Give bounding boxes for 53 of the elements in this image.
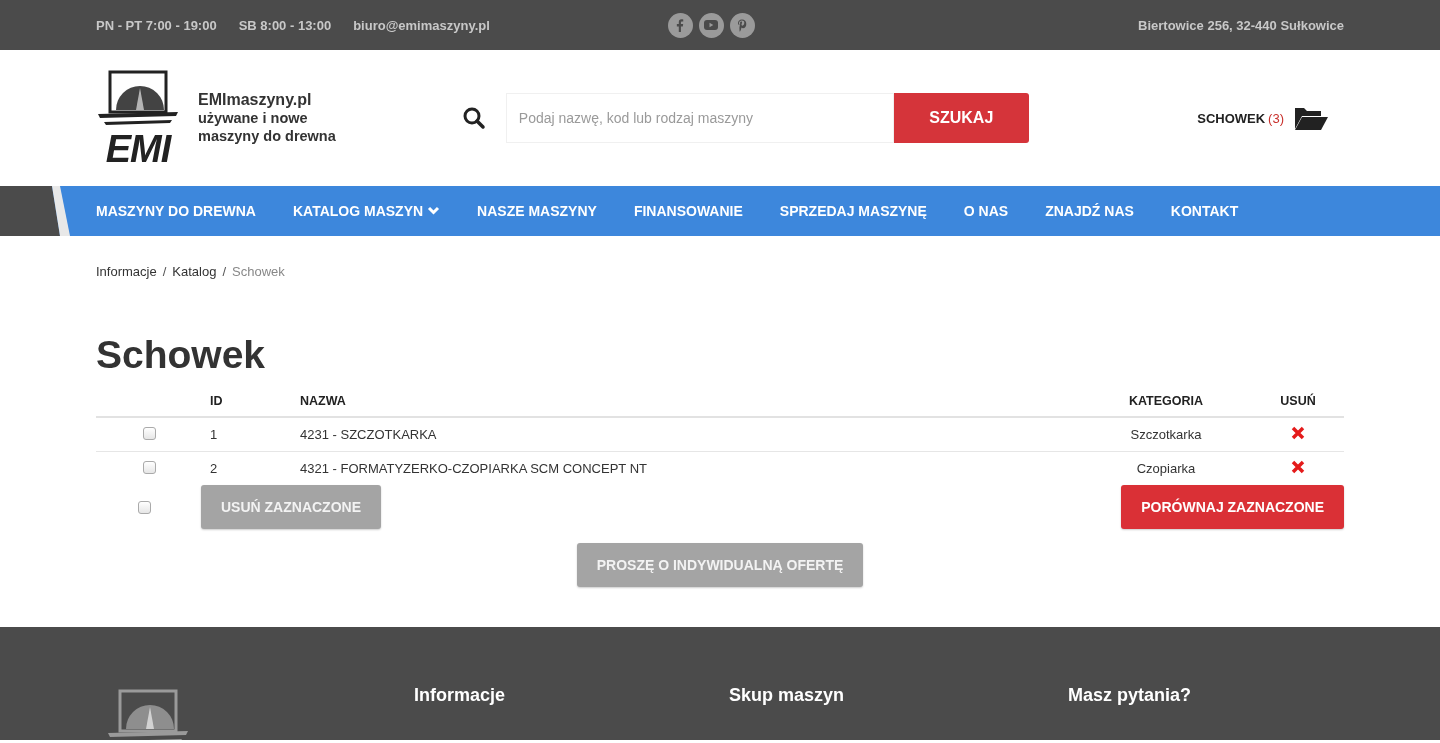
tagline-text: maszyny do drewna xyxy=(198,127,336,145)
table-cell: 4231 - SZCZOTKARKA xyxy=(299,417,1080,452)
footer-heading: Informacje xyxy=(414,685,506,707)
row-checkbox[interactable] xyxy=(142,460,156,474)
nav-corner-stripe-drawing xyxy=(0,186,72,236)
column-header: NAZWA xyxy=(299,386,1080,417)
saw-blade-logo-icon xyxy=(106,689,190,740)
logo-text[interactable]: EMI xyxy=(105,132,171,166)
opening-hours: SB 8:00 - 13:00 xyxy=(238,17,332,33)
row-checkbox[interactable] xyxy=(142,426,156,440)
table-cell: 1 xyxy=(209,417,299,452)
table-cell: 4321 - FORMATYZERKO-CZOPIARKA SCM CONCEPT NT xyxy=(299,451,1080,485)
nav-link[interactable]: MASZYNY DO DREWNA xyxy=(96,203,256,219)
address-text: Biertowice 256, 32-440 Sułkowice xyxy=(1138,17,1344,33)
nav-link[interactable]: KATALOG MASZYN xyxy=(292,203,441,219)
column-header: KATEGORIA xyxy=(1080,386,1252,417)
tagline-text: używane i nowe xyxy=(198,109,309,127)
search-icon[interactable] xyxy=(461,106,486,130)
email-link[interactable]: biuro@emimaszyny.pl xyxy=(353,17,490,33)
search-field[interactable]: Podaj nazwę, kod lub rodzaj maszyny xyxy=(505,93,894,143)
nav-link[interactable]: NASZE MASZYNY xyxy=(477,203,597,219)
delete-icon[interactable] xyxy=(1291,460,1305,474)
breadcrumb-separator: / xyxy=(162,264,167,280)
tagline-text: EMImaszyny.pl xyxy=(198,91,313,109)
footer-heading: Masz pytania? xyxy=(1068,685,1192,707)
table-cell: Czopiarka xyxy=(1080,451,1252,485)
table-cell: Szczotkarka xyxy=(1080,417,1252,452)
nav-link[interactable]: SPRZEDAJ MASZYNĘ xyxy=(779,203,927,219)
youtube-icon[interactable] xyxy=(698,12,724,38)
clipboard-link[interactable]: SCHOWEK (3) xyxy=(1197,110,1284,126)
nav-link[interactable]: FINANSOWANIE xyxy=(633,203,743,219)
breadcrumb-link[interactable]: Informacje xyxy=(96,264,157,280)
pinterest-icon[interactable] xyxy=(729,12,755,38)
folder-icon[interactable] xyxy=(1294,105,1328,131)
search-button[interactable]: SZUKAJ xyxy=(893,93,1029,143)
page-title: Schowek xyxy=(96,332,267,378)
facebook-icon[interactable] xyxy=(667,12,693,38)
footer-heading: Skup maszyn xyxy=(729,685,845,707)
delete-icon[interactable] xyxy=(1291,426,1305,440)
nav-link[interactable]: O NAS xyxy=(963,203,1009,219)
column-header: USUŃ xyxy=(1252,386,1344,417)
breadcrumb-link[interactable]: Katalog xyxy=(172,264,217,280)
compare-selected-button[interactable]: PORÓWNAJ ZAZNACZONE xyxy=(1121,485,1344,529)
chevron-down-icon xyxy=(427,206,441,216)
request-offer-button[interactable]: PROSZĘ O INDYWIDUALNĄ OFERTĘ xyxy=(576,543,864,587)
table-cell: 2 xyxy=(209,451,299,485)
nav-link[interactable]: ZNAJDŹ NAS xyxy=(1045,203,1134,219)
column-header: ID xyxy=(209,386,299,417)
nav-link[interactable]: KONTAKT xyxy=(1170,203,1239,219)
delete-selected-button[interactable]: USUŃ ZAZNACZONE xyxy=(201,485,381,529)
select-all-checkbox[interactable] xyxy=(138,500,151,514)
opening-hours: PN - PT 7:00 - 19:00 xyxy=(96,17,217,33)
breadcrumb-separator: / xyxy=(222,264,227,280)
